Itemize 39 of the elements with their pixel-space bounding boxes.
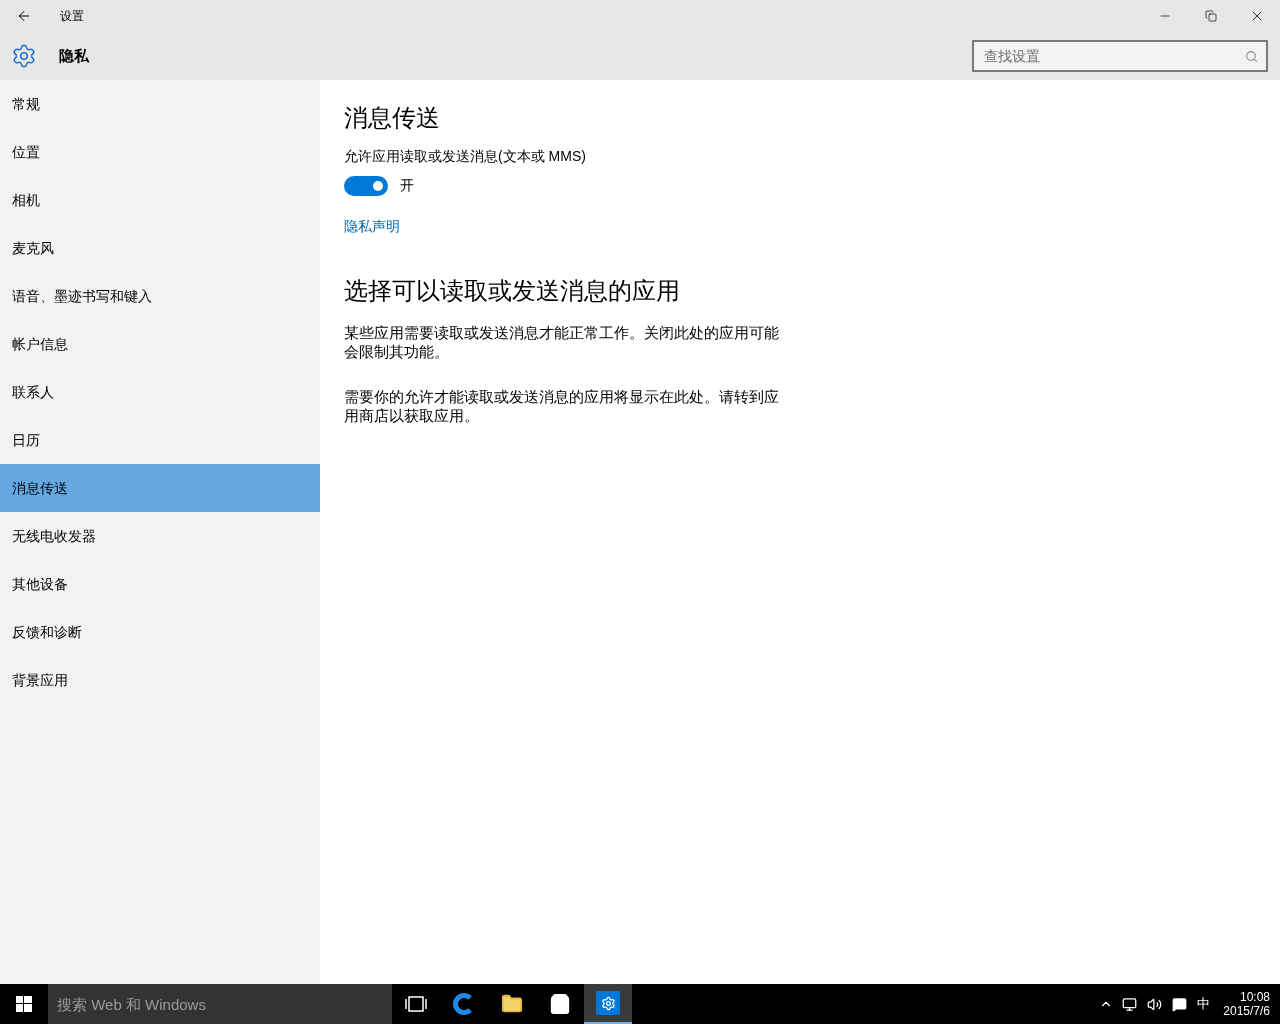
sidebar-item[interactable]: 联系人 <box>0 368 320 416</box>
clock[interactable]: 10:08 2015/7/6 <box>1223 990 1270 1018</box>
sidebar-item[interactable]: 无线电收发器 <box>0 512 320 560</box>
settings-icon <box>11 43 37 69</box>
section-heading: 选择可以读取或发送消息的应用 <box>344 276 680 306</box>
taskbar-search-field[interactable]: 搜索 Web 和 Windows <box>48 984 392 1024</box>
network-icon[interactable] <box>1122 996 1138 1012</box>
restore-icon <box>1205 10 1217 22</box>
sidebar-item[interactable]: 反馈和诊断 <box>0 608 320 656</box>
sidebar-item[interactable]: 消息传送 <box>0 464 320 512</box>
sidebar-item[interactable]: 日历 <box>0 416 320 464</box>
toggle-state-text: 开 <box>400 176 414 195</box>
settings-app-icon <box>596 991 620 1015</box>
sidebar-item[interactable]: 麦克风 <box>0 224 320 272</box>
description-text: 某些应用需要读取或发送消息才能正常工作。关闭此处的应用可能会限制其功能。 <box>344 323 780 361</box>
sidebar-item[interactable]: 位置 <box>0 128 320 176</box>
input-method-indicator[interactable]: 中 <box>1197 994 1211 1014</box>
volume-icon[interactable] <box>1147 996 1163 1012</box>
section-heading: 消息传送 <box>344 103 440 133</box>
windows-logo-icon <box>16 996 32 1012</box>
privacy-link[interactable]: 隐私声明 <box>344 216 400 237</box>
sidebar-item[interactable]: 语音、墨迹书写和键入 <box>0 272 320 320</box>
search-field[interactable]: 查找设置 <box>972 40 1268 72</box>
sidebar-item[interactable]: 常规 <box>0 80 320 128</box>
toggle-switch[interactable] <box>344 175 388 196</box>
back-icon <box>16 8 32 24</box>
task-view-icon <box>405 996 427 1012</box>
sidebar-item[interactable]: 背景应用 <box>0 656 320 704</box>
window-title: 设置 <box>60 8 84 25</box>
setting-label: 允许应用读取或发送消息(文本或 MMS) <box>344 147 586 166</box>
sidebar-item[interactable]: 帐户信息 <box>0 320 320 368</box>
notification-icon[interactable] <box>1172 996 1188 1012</box>
search-icon <box>1245 50 1258 63</box>
page-title: 隐私 <box>59 45 89 66</box>
folder-icon <box>501 993 523 1015</box>
settings-app-button[interactable] <box>584 984 632 1024</box>
sidebar-item[interactable]: 相机 <box>0 176 320 224</box>
sidebar-item[interactable]: 其他设备 <box>0 560 320 608</box>
description-text: 需要你的允许才能读取或发送消息的应用将显示在此处。请转到应用商店以获取应用。 <box>344 387 780 425</box>
